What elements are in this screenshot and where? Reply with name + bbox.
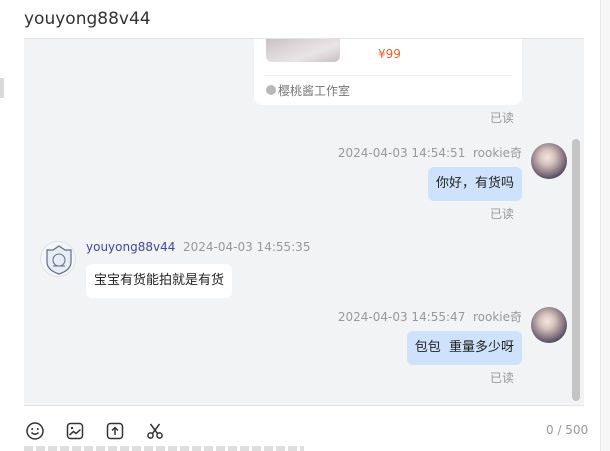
input-divider — [24, 405, 584, 406]
right-panel-edge — [600, 0, 610, 451]
message-timestamp: 2024-04-03 14:55:47 — [337, 310, 466, 324]
scrollbar-thumb[interactable] — [572, 139, 580, 401]
message-meta: 2024-04-03 14:55:47 rookie奇 — [338, 308, 522, 325]
shop-name: 樱桃酱工作室 — [278, 83, 351, 98]
message-bubble: 你好，有货吗 — [427, 167, 522, 201]
emoji-icon — [26, 422, 44, 440]
shop-row[interactable]: 樱桃酱工作室 — [266, 82, 350, 98]
read-status: 已读 — [490, 111, 515, 125]
message-timestamp: 2024-04-03 14:55:35 — [183, 240, 311, 254]
card-divider — [264, 75, 512, 76]
product-image[interactable] — [266, 39, 340, 62]
input-toolbar — [24, 420, 166, 442]
message-list[interactable]: ¥99 樱桃酱工作室 已读 2024-04-03 14:54:51 rookie… — [24, 39, 584, 405]
message-timestamp: 2024-04-03 14:54:51 — [337, 146, 466, 160]
avatar[interactable] — [40, 241, 76, 277]
message-bubble: 宝宝有货能拍就是有货 — [86, 264, 233, 298]
screenshot-button[interactable] — [144, 420, 166, 442]
message-meta: youyong88v44 2024-04-03 14:55:35 — [86, 240, 310, 254]
sender-name: youyong88v44 — [86, 240, 176, 254]
avatar[interactable] — [531, 143, 567, 179]
read-status: 已读 — [490, 207, 515, 221]
chat-title: youyong88v44 — [24, 9, 151, 29]
chat-header: youyong88v44 — [0, 0, 610, 40]
input-text-area[interactable] — [24, 446, 304, 451]
image-button[interactable] — [64, 420, 86, 442]
product-price: ¥99 — [378, 47, 401, 61]
upload-button[interactable] — [104, 420, 126, 442]
read-status: 已读 — [490, 371, 515, 385]
message-meta: 2024-04-03 14:54:51 rookie奇 — [338, 144, 522, 161]
upload-icon — [106, 422, 124, 440]
shop-icon — [266, 85, 276, 95]
scissors-icon — [147, 423, 163, 439]
emoji-button[interactable] — [24, 420, 46, 442]
image-icon — [66, 422, 84, 440]
message-bubble: 包包 重量多少呀 — [406, 331, 522, 365]
product-card[interactable]: ¥99 樱桃酱工作室 — [254, 39, 522, 105]
avatar[interactable] — [531, 307, 567, 343]
left-edge-tab — [0, 78, 4, 98]
sender-name: rookie奇 — [472, 310, 522, 324]
sender-name: rookie奇 — [472, 146, 522, 160]
shield-logo-icon — [46, 245, 72, 275]
character-counter: 0 / 500 — [546, 423, 589, 437]
